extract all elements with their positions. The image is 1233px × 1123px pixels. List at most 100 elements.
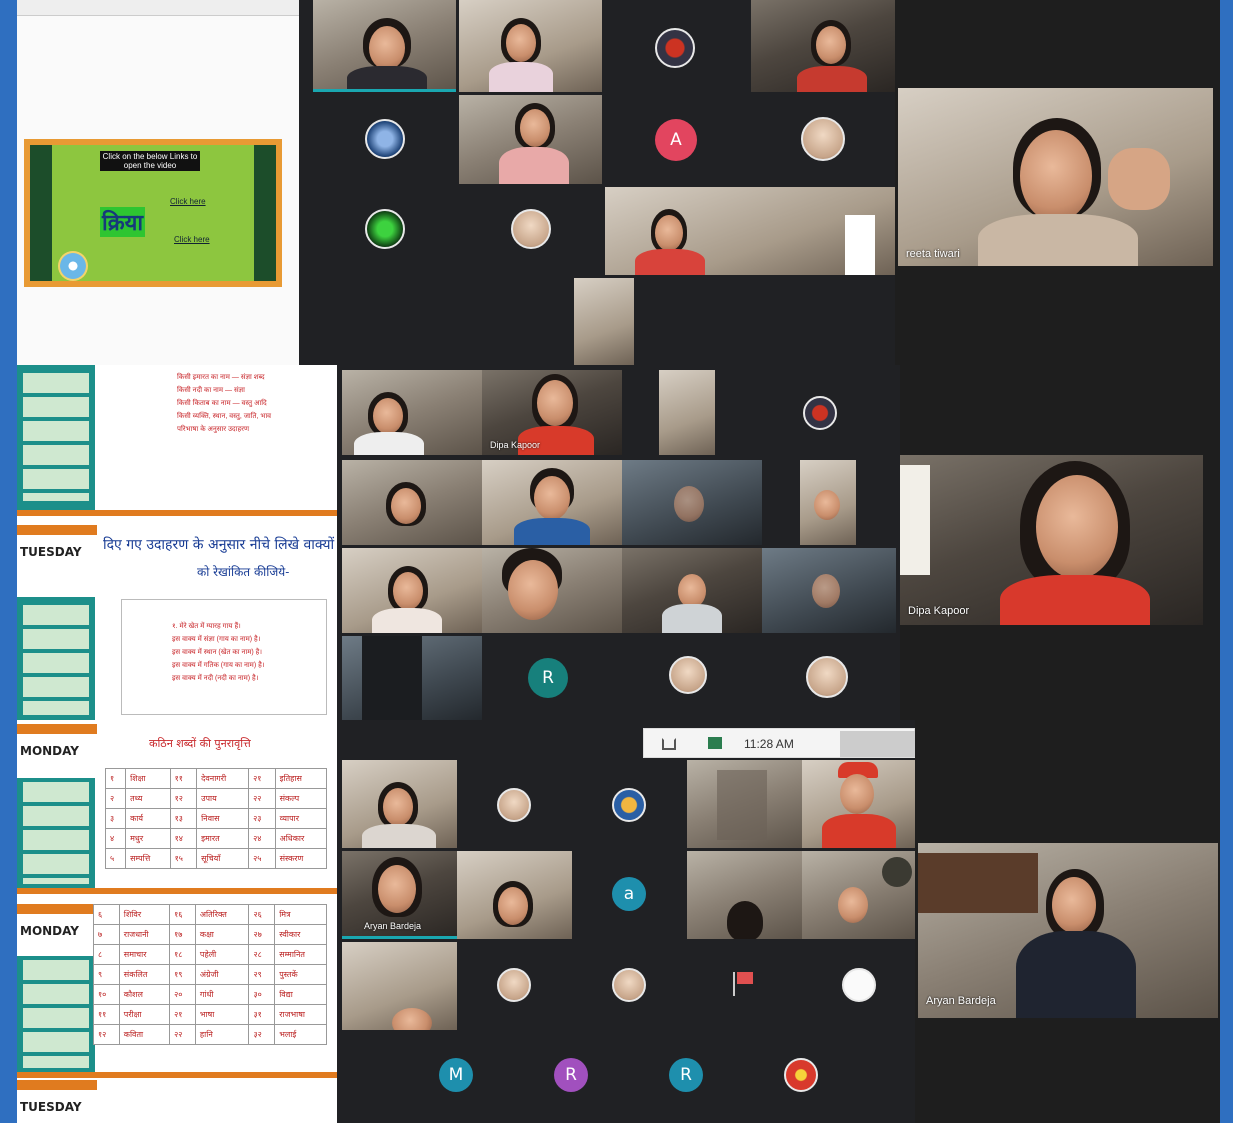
- avatar-a: A: [655, 119, 697, 161]
- meeting-2-grid: Dipa Kapoor R: [337, 365, 900, 720]
- video-tile[interactable]: [715, 370, 855, 455]
- video-tile[interactable]: [687, 760, 802, 848]
- video-speaker[interactable]: Dipa Kapoor: [900, 455, 1203, 625]
- video-tile[interactable]: R: [629, 1032, 744, 1120]
- video-tile[interactable]: [762, 548, 896, 633]
- speaker-name: Dipa Kapoor: [908, 605, 970, 617]
- calendar-monday-2: MONDAY: [17, 904, 97, 956]
- video-tile[interactable]: [622, 460, 762, 545]
- avatar-a: a: [612, 877, 646, 911]
- speaker-view-3: Aryan Bardeja: [915, 720, 1220, 1123]
- video-tile[interactable]: [342, 636, 482, 720]
- video-tile[interactable]: A: [605, 95, 748, 184]
- video-tile[interactable]: [762, 636, 896, 720]
- video-tile[interactable]: [622, 548, 762, 633]
- flower-decoration: [58, 251, 88, 281]
- video-tile[interactable]: Dipa Kapoor: [482, 370, 622, 455]
- video-tile[interactable]: [459, 95, 602, 184]
- video-tile[interactable]: R: [482, 636, 622, 720]
- avatar-r: R: [528, 658, 568, 698]
- slides-panel: Click on the below Links to open the vid…: [17, 0, 299, 365]
- video-tile[interactable]: [605, 187, 895, 275]
- class-rules-card-2: [23, 605, 89, 715]
- video-tile[interactable]: [802, 851, 915, 939]
- video-tile[interactable]: [605, 0, 748, 92]
- video-tile[interactable]: [459, 187, 602, 275]
- speaker-name: reeta tiwari: [906, 248, 960, 260]
- clock-time: 11:28 AM: [744, 737, 794, 751]
- video-tile[interactable]: [313, 0, 456, 92]
- slide-instruction: Click on the below Links to open the vid…: [100, 151, 200, 171]
- calendar-tuesday: TUESDAY: [17, 525, 97, 595]
- slide-link-1[interactable]: Click here: [170, 197, 206, 206]
- slides-ruler: [17, 0, 299, 16]
- video-tile[interactable]: [572, 760, 687, 848]
- slide-thumbnail[interactable]: Click on the below Links to open the vid…: [24, 139, 282, 287]
- video-tile[interactable]: [800, 460, 856, 545]
- words-table-2: ६ शिविर १६ अतिरिक्त २६ मित्र ७ राजधानी १७ कक्षा २…: [93, 904, 327, 1045]
- video-tile[interactable]: [659, 370, 715, 455]
- calendar-day: TUESDAY: [20, 1100, 82, 1114]
- calendar-tuesday-2: TUESDAY: [17, 1080, 97, 1123]
- video-tile[interactable]: [457, 760, 572, 848]
- avatar-r: R: [669, 1058, 703, 1092]
- slide-word: क्रिया: [100, 207, 146, 237]
- video-speaker[interactable]: reeta tiwari: [898, 88, 1213, 266]
- collage: { "participants": { "meeting1_host": "re…: [0, 0, 1233, 1123]
- calendar-day: MONDAY: [20, 924, 79, 938]
- video-tile[interactable]: a: [572, 851, 687, 939]
- revision-heading: कठिन शब्दों की पुनरावृत्ति: [149, 737, 251, 750]
- worksheet-panel-1: किसी इमारत का नाम — संज्ञा शब्द किसी नदी …: [17, 365, 337, 720]
- meeting-1-grid: A: [299, 0, 895, 365]
- video-tile[interactable]: [687, 942, 802, 1030]
- worksheet-heading-2: को रेखांकित कीजिये-: [197, 565, 290, 579]
- video-tile[interactable]: [574, 278, 634, 365]
- worksheet-panel-2: MONDAY कठिन शब्दों की पुनरावृत्ति १ शिक्ष…: [17, 720, 337, 1123]
- avatar-m: M: [439, 1058, 473, 1092]
- video-tile[interactable]: [342, 942, 457, 1030]
- video-tile[interactable]: [313, 187, 456, 275]
- calendar-day: TUESDAY: [20, 545, 82, 559]
- exercise-box: १. मेरे खेत में ग्यारह गाय हैं। इस वाक्य …: [121, 599, 327, 715]
- video-tile[interactable]: [457, 851, 572, 939]
- video-tile[interactable]: [313, 95, 456, 184]
- video-tile[interactable]: [751, 95, 895, 184]
- video-tile[interactable]: [744, 1032, 859, 1120]
- calendar-day: MONDAY: [20, 744, 79, 758]
- tile-name: Aryan Bardeja: [364, 921, 422, 931]
- worksheet-heading: दिए गए उदाहरण के अनुसार नीचे लिखे वाक्यो…: [103, 537, 335, 553]
- video-tile[interactable]: R: [514, 1032, 629, 1120]
- calendar-monday: MONDAY: [17, 724, 97, 778]
- chat-icon: [708, 737, 722, 749]
- video-speaker[interactable]: Aryan Bardeja: [918, 843, 1218, 1018]
- video-tile[interactable]: [482, 460, 622, 545]
- tile-name: Dipa Kapoor: [490, 440, 541, 450]
- speaker-name: Aryan Bardeja: [926, 995, 996, 1007]
- speaker-view-2: Dipa Kapoor: [900, 365, 1220, 720]
- video-tile[interactable]: [572, 942, 687, 1030]
- video-tile[interactable]: Aryan Bardeja: [342, 851, 457, 939]
- video-tile[interactable]: [802, 760, 915, 848]
- preview-thumb: [840, 731, 915, 757]
- network-icon: [662, 738, 676, 750]
- avatar-r: R: [554, 1058, 588, 1092]
- words-table-1: १ शिक्षा ११ देवनागरी २१ इतिहास २ तथ्य १२ उपाय २२ स…: [104, 768, 328, 869]
- meeting-3-grid: 11:28 AM Aryan Bardeja a M R R: [337, 720, 915, 1123]
- video-tile[interactable]: [687, 851, 802, 939]
- video-tile[interactable]: [622, 636, 762, 720]
- video-tile[interactable]: [342, 548, 482, 633]
- video-tile[interactable]: [342, 370, 482, 455]
- video-tile[interactable]: [459, 0, 602, 92]
- video-tile[interactable]: [751, 0, 895, 92]
- speaker-view-1: reeta tiwari: [895, 0, 1220, 365]
- video-tile[interactable]: [342, 460, 482, 545]
- video-tile[interactable]: [802, 942, 915, 1030]
- class-rules-card: [23, 373, 89, 501]
- slide-link-2[interactable]: Click here: [174, 235, 210, 244]
- video-tile[interactable]: [482, 548, 622, 633]
- video-tile[interactable]: [342, 760, 457, 848]
- video-tile[interactable]: [457, 942, 572, 1030]
- windows-taskbar: 11:28 AM: [643, 728, 915, 758]
- video-tile[interactable]: M: [399, 1032, 514, 1120]
- flag-icon: [733, 972, 753, 996]
